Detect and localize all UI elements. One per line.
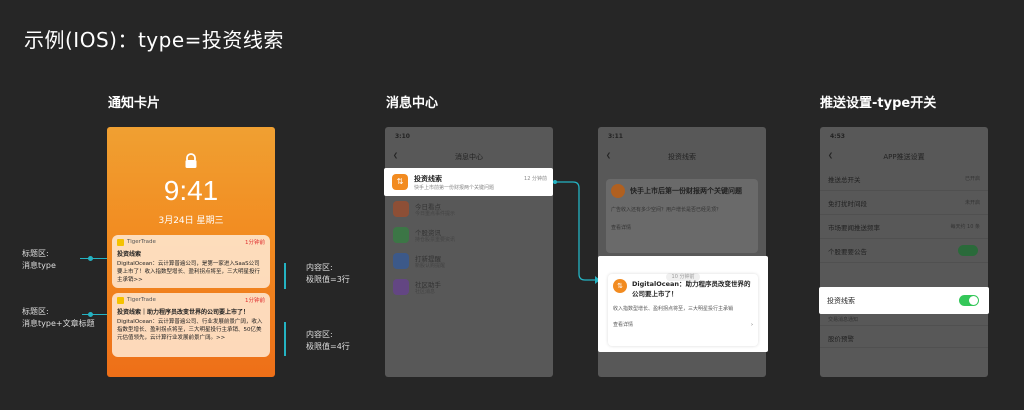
row-subtitle: 今日重点事件提示 bbox=[415, 211, 456, 217]
row-subtitle: 新股认购提醒 bbox=[415, 263, 446, 269]
row-time: 12 分钟前 bbox=[524, 176, 547, 182]
header-title: 投资线索 bbox=[668, 153, 696, 161]
notification-body: DigitalOcean：云计算普遍公司，是第一家进入SaaS公司要上市了！收入… bbox=[117, 261, 261, 283]
message-center-phone: 3:10 ❮ 消息中心 今日看点 今日重点事件提示 个股资讯 持仓股票重要资讯 打新提醒… bbox=[385, 127, 553, 377]
row-title: 投资线索 bbox=[414, 175, 442, 183]
notification-title: 投资线索 bbox=[117, 251, 142, 258]
annotation-title-type: 标题区: 消息type bbox=[22, 249, 56, 270]
annotation-bracket bbox=[284, 322, 286, 356]
setting-value: 每天约 10 条 bbox=[950, 224, 980, 230]
row-subtitle: 持仓股票重要资讯 bbox=[415, 237, 456, 243]
page-title: 示例(IOS)：type=投资线索 bbox=[24, 28, 284, 52]
annotation-content-4-lines: 内容区: 极限值=4行 bbox=[306, 330, 350, 351]
message-row[interactable]: 打新提醒 新股认购提醒 bbox=[385, 249, 553, 273]
section-push-title: 推送设置-type开关 bbox=[820, 96, 937, 111]
setting-label: 投资线索 bbox=[827, 297, 855, 305]
category-icon bbox=[393, 227, 409, 243]
setting-label: 市场要闻推送频率 bbox=[828, 224, 880, 232]
annotation-dot bbox=[88, 312, 93, 317]
detail-card-highlight: 10 分钟前 ⇅ DigitalOcean：助力程序员改变世界的公司要上市了！ … bbox=[598, 256, 768, 352]
setting-row[interactable]: 市场要闻推送频率 每天约 10 条 bbox=[820, 215, 988, 239]
message-row[interactable]: 个股资讯 持仓股票重要资讯 bbox=[385, 223, 553, 247]
chevron-right-icon: › bbox=[751, 321, 753, 328]
highlight-spacer[interactable] bbox=[820, 263, 988, 290]
setting-value: 已开启 bbox=[964, 176, 980, 182]
setting-row-investment[interactable]: 投资线索 bbox=[819, 287, 989, 314]
annotation-bracket bbox=[284, 263, 286, 289]
card-body: 广告收入还有多少空间？用户增长是否已经见顶？ bbox=[611, 207, 722, 213]
setting-row[interactable]: 股价预警 bbox=[820, 326, 988, 348]
row-subtitle: 快手上市前第一份财报两个关键问题 bbox=[414, 185, 495, 191]
notification-body: DigitalOcean：云计算普遍公司、行业发展前景广阔，收入指数型增长、盈利… bbox=[117, 319, 263, 341]
setting-row[interactable]: 免打扰时间段 未开启 bbox=[820, 191, 988, 215]
notification-card[interactable]: TigerTrade 1分钟前 投资线索｜助力程序员改变世界的公司要上市了！ D… bbox=[112, 293, 270, 357]
section-msgcenter-title: 消息中心 bbox=[386, 96, 439, 111]
group-header: 交易消息通知 bbox=[828, 317, 859, 323]
investment-icon bbox=[611, 184, 625, 198]
lock-icon bbox=[183, 153, 199, 168]
header-title: 消息中心 bbox=[455, 153, 483, 161]
lockscreen-phone: 9:41 3月24日 星期三 TigerTrade 1分钟前 投资线索 Digi… bbox=[107, 127, 275, 377]
category-icon bbox=[393, 253, 409, 269]
card-title: 快手上市后第一份财报两个关键问题 bbox=[630, 187, 742, 195]
notification-card[interactable]: TigerTrade 1分钟前 投资线索 DigitalOcean：云计算普遍公… bbox=[112, 235, 270, 288]
app-icon bbox=[117, 296, 124, 304]
toggle-switch[interactable] bbox=[959, 295, 979, 306]
settings-phone: 4:53 ❮ APP推送设置 推送总开关 已开启 免打扰时间段 未开启 市场要闻推送频率… bbox=[820, 127, 988, 377]
category-icon bbox=[393, 201, 409, 217]
setting-row[interactable]: 个股要要公告 bbox=[820, 239, 988, 263]
view-details-link[interactable]: 查看详情 bbox=[613, 321, 633, 328]
investment-icon: ⇅ bbox=[392, 174, 408, 190]
setting-value: 未开启 bbox=[964, 200, 980, 206]
app-name: TigerTrade bbox=[127, 297, 156, 303]
lock-time: 9:41 bbox=[163, 175, 219, 206]
setting-label: 股价预警 bbox=[828, 335, 854, 343]
card-body: 收入指数型增长、盈利拐点将至，三大明星投行主承销 bbox=[613, 306, 734, 312]
flow-arrow bbox=[553, 180, 600, 284]
app-icon bbox=[117, 238, 124, 246]
detail-card[interactable]: ⇅ DigitalOcean：助力程序员改变世界的公司要上市了！ 收入指数型增长… bbox=[608, 274, 758, 346]
annotation-dot bbox=[88, 256, 93, 261]
lock-date: 3月24日 星期三 bbox=[158, 216, 224, 226]
annotation-content-3-lines: 内容区: 极限值=3行 bbox=[306, 263, 350, 284]
notification-title: 投资线索｜助力程序员改变世界的公司要上市了！ bbox=[117, 309, 250, 316]
card-title: DigitalOcean：助力程序员改变世界的公司要上市了！ bbox=[632, 280, 751, 298]
status-time: 3:11 bbox=[608, 133, 623, 140]
annotation-title-type-article: 标题区: 消息type+文章标题 bbox=[22, 307, 95, 328]
investment-icon: ⇅ bbox=[613, 279, 627, 293]
toggle-switch[interactable] bbox=[958, 245, 978, 256]
message-row[interactable]: 社区助手 社区消息 bbox=[385, 275, 553, 299]
status-time: 3:10 bbox=[395, 133, 410, 140]
category-icon bbox=[393, 279, 409, 295]
setting-label: 免打扰时间段 bbox=[828, 200, 867, 208]
message-row[interactable]: 今日看点 今日重点事件提示 bbox=[385, 197, 553, 221]
row-subtitle: 社区消息 bbox=[415, 289, 436, 295]
app-name: TigerTrade bbox=[127, 239, 156, 245]
message-row-investment[interactable]: ⇅ 投资线索 快手上市前第一份财报两个关键问题 12 分钟前 bbox=[384, 168, 553, 196]
detail-card[interactable]: 快手上市后第一份财报两个关键问题 广告收入还有多少空间？用户增长是否已经见顶？ … bbox=[606, 179, 758, 253]
status-time: 4:53 bbox=[830, 133, 845, 140]
header-title: APP推送设置 bbox=[883, 153, 925, 161]
setting-label: 个股要要公告 bbox=[828, 248, 867, 256]
timestamp: 1分钟前 bbox=[245, 298, 265, 304]
section-notify-title: 通知卡片 bbox=[108, 96, 161, 111]
timestamp: 1分钟前 bbox=[245, 240, 265, 246]
setting-label: 推送总开关 bbox=[828, 176, 861, 184]
view-details-link[interactable]: 查看详情 bbox=[611, 224, 753, 231]
setting-row[interactable]: 推送总开关 已开启 bbox=[820, 167, 988, 191]
